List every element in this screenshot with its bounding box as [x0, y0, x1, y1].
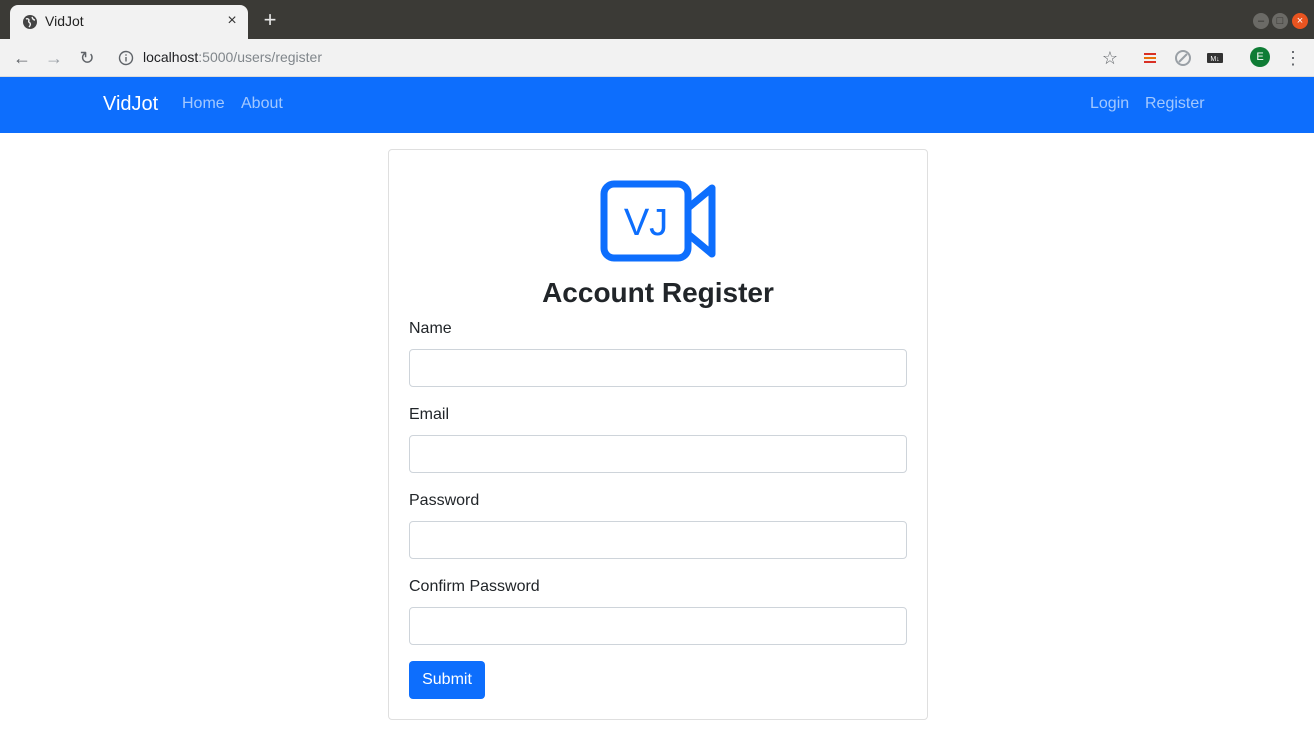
extension-icon[interactable]: M↓: [1205, 48, 1225, 68]
window-close-icon[interactable]: ×: [1292, 13, 1308, 29]
close-icon[interactable]: ×: [224, 13, 240, 29]
menu-icon[interactable]: ⋮: [1283, 48, 1303, 68]
browser-toolbar: ← → ↻ localhost:5000/users/register ☆ M↓…: [0, 39, 1314, 77]
nav-register-link[interactable]: Register: [1145, 95, 1205, 113]
plus-icon[interactable]: +: [260, 9, 280, 31]
name-field[interactable]: [409, 349, 907, 387]
video-camera-icon: VJ: [600, 180, 716, 262]
nav-home-link[interactable]: Home: [182, 95, 225, 113]
submit-button[interactable]: Submit: [409, 661, 485, 699]
minimize-icon[interactable]: –: [1253, 13, 1269, 29]
browser-tab[interactable]: VidJot ×: [10, 5, 248, 39]
address-bar[interactable]: localhost:5000/users/register: [143, 49, 322, 65]
maximize-icon[interactable]: □: [1272, 13, 1288, 29]
confirm-password-label: Confirm Password: [409, 578, 540, 595]
navbar: VidJot Home About Login Register: [0, 77, 1314, 133]
page-title: Account Register: [542, 277, 774, 308]
tab-title: VidJot: [45, 13, 84, 29]
avatar[interactable]: E: [1250, 47, 1270, 67]
globe-icon: [23, 15, 37, 29]
password-label: Password: [409, 492, 480, 509]
url-path: :5000/users/register: [198, 49, 322, 65]
password-field[interactable]: [409, 521, 907, 559]
browser-titlebar: VidJot × + – □ ×: [0, 0, 1314, 39]
reload-icon[interactable]: ↻: [77, 48, 97, 68]
extension-icon[interactable]: [1140, 48, 1160, 68]
brand-link[interactable]: VidJot: [103, 93, 158, 116]
info-icon[interactable]: [118, 50, 134, 66]
email-label: Email: [409, 406, 450, 423]
forward-icon[interactable]: →: [44, 48, 64, 68]
confirm-password-field[interactable]: [409, 607, 907, 645]
nav-about-link[interactable]: About: [241, 95, 283, 113]
logo-text: VJ: [624, 202, 668, 244]
email-field[interactable]: [409, 435, 907, 473]
extension-icon[interactable]: [1173, 48, 1193, 68]
register-card: VJ Account Register Name Email Password …: [388, 149, 928, 720]
url-host: localhost: [143, 49, 199, 65]
name-label: Name: [409, 320, 452, 337]
star-icon[interactable]: ☆: [1100, 48, 1120, 68]
back-icon[interactable]: ←: [12, 48, 32, 68]
svg-text:M↓: M↓: [1210, 56, 1219, 63]
nav-login-link[interactable]: Login: [1090, 95, 1129, 113]
